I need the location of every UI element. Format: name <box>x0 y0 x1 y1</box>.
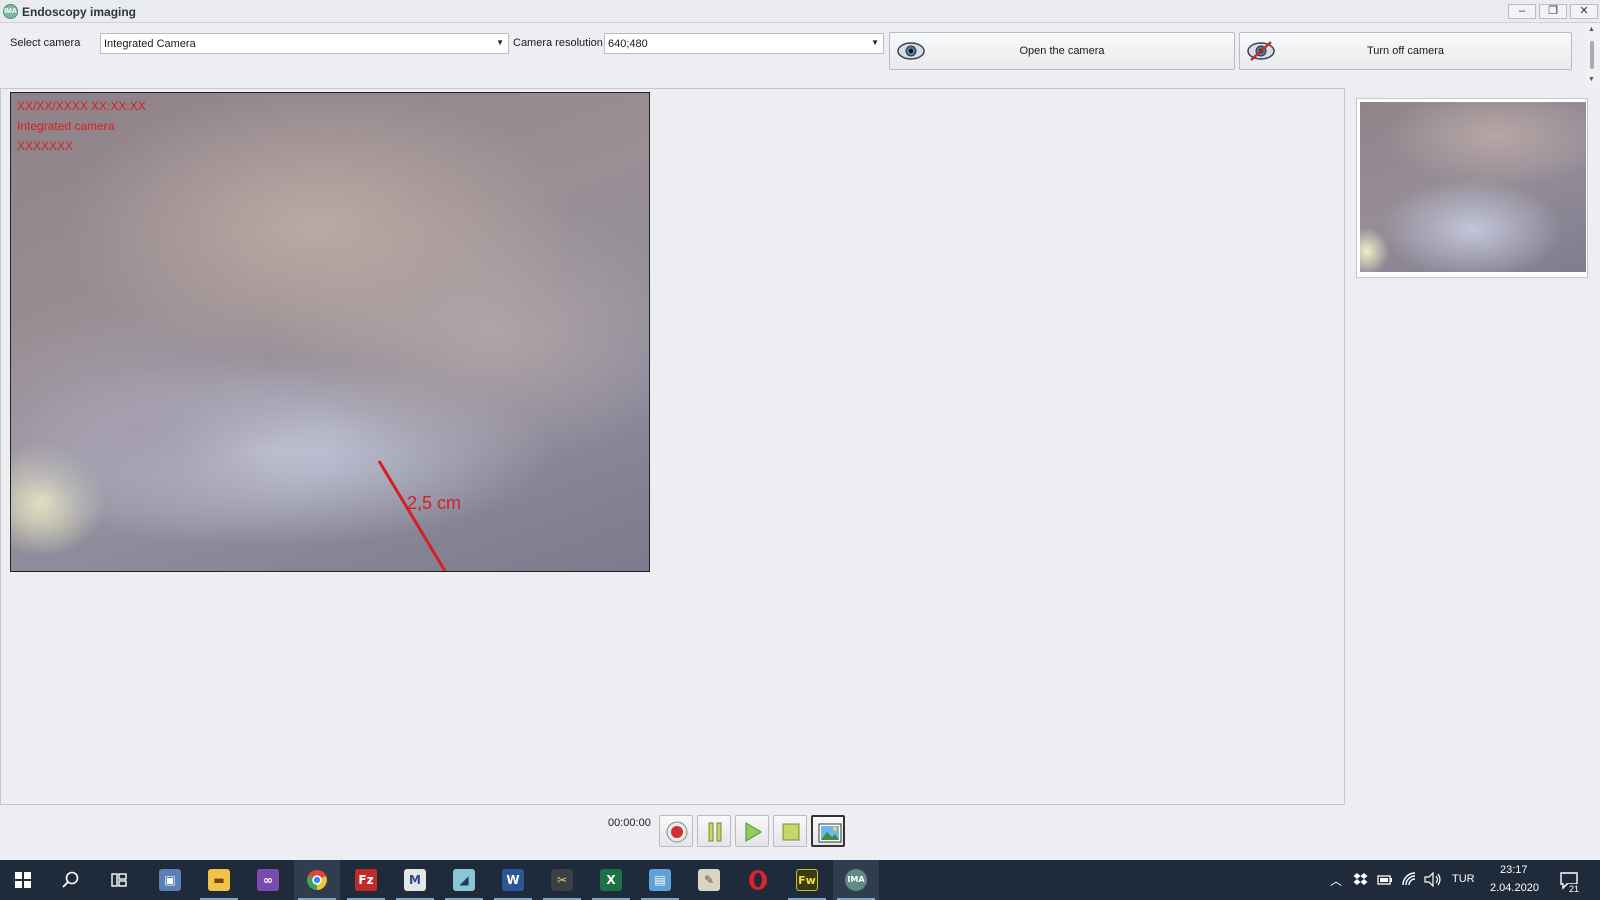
measurement-label: 2,5 cm <box>407 493 462 513</box>
notification-count: 21 <box>1568 884 1581 894</box>
clock-date[interactable]: 2.04.2020 <box>1490 882 1539 894</box>
taskbar-filezilla[interactable]: Fz <box>343 860 389 900</box>
app-icon-2: M <box>404 869 426 891</box>
turn-off-camera-label: Turn off camera <box>1366 45 1445 57</box>
measurement-line <box>377 460 447 571</box>
title-bar: IMA Endoscopy imaging – ❐ ✕ <box>0 0 1600 23</box>
clock-time[interactable]: 23:17 <box>1500 864 1528 876</box>
start-icon <box>15 872 31 888</box>
open-camera-label: Open the camera <box>1019 45 1105 57</box>
file-explorer-icon: ▬ <box>208 869 230 891</box>
search-button[interactable] <box>48 860 94 900</box>
tray-chevron-up-icon[interactable]: ︿ <box>1330 872 1342 889</box>
battery-icon[interactable] <box>1377 873 1393 887</box>
taskbar-app-2[interactable]: M <box>392 860 438 900</box>
start-button[interactable] <box>0 860 46 900</box>
restore-button[interactable]: ❐ <box>1539 4 1567 19</box>
toolbar-scrollbar[interactable]: ▲ ▼ <box>1585 24 1600 88</box>
app-icon-3: ◢ <box>453 869 475 891</box>
window-title: Endoscopy imaging <box>22 5 137 19</box>
record-button[interactable] <box>659 815 693 847</box>
taskbar-opera[interactable] <box>735 860 781 900</box>
camera-resolution-label: Camera resolution <box>513 37 603 49</box>
taskbar-visual-studio[interactable]: ∞ <box>245 860 291 900</box>
select-camera-label: Select camera <box>10 37 81 49</box>
visual-studio-icon: ∞ <box>257 869 279 891</box>
taskbar-app-1[interactable]: ▣ <box>147 860 193 900</box>
wifi-icon[interactable] <box>1401 871 1417 887</box>
taskbar-chrome[interactable] <box>294 860 340 900</box>
chevron-down-icon[interactable]: ▼ <box>871 38 879 47</box>
taskbar-file-explorer[interactable]: ▬ <box>196 860 242 900</box>
resolution-select-value: 640;480 <box>608 38 648 50</box>
app-icon-4: ✂ <box>551 869 573 891</box>
app-icon-5: ▤ <box>649 869 671 891</box>
recording-timer: 00:00:00 <box>608 817 651 829</box>
windows-taskbar: ▣ ▬ ∞ Fz M ◢ W ✂ X ▤ ✎ Fw IMA ︿ TUR 23:1… <box>0 860 1600 900</box>
taskbar-app-3[interactable]: ◢ <box>441 860 487 900</box>
taskbar-excel[interactable]: X <box>588 860 634 900</box>
search-icon <box>62 871 79 888</box>
scroll-up-icon[interactable]: ▲ <box>1588 26 1595 33</box>
scroll-down-icon[interactable]: ▼ <box>1588 76 1595 83</box>
chevron-down-icon[interactable]: ▼ <box>496 38 504 47</box>
opera-icon <box>749 870 767 890</box>
language-indicator[interactable]: TUR <box>1452 873 1475 885</box>
taskbar-endoscopy-app[interactable]: IMA <box>833 860 879 900</box>
volume-icon[interactable] <box>1424 872 1442 887</box>
fireworks-icon: Fw <box>796 869 818 891</box>
dropbox-icon[interactable] <box>1353 872 1368 887</box>
camera-video-feed[interactable]: XX/XX/XXXX XX:XX:XX Integrated camera XX… <box>10 92 650 572</box>
close-button[interactable]: ✕ <box>1570 4 1598 19</box>
turn-off-camera-button[interactable]: Turn off camera <box>1239 32 1572 70</box>
task-view-icon <box>111 873 127 887</box>
snapshot-button[interactable] <box>811 815 845 847</box>
scrollbar-thumb[interactable] <box>1590 41 1594 69</box>
filezilla-icon: Fz <box>355 869 377 891</box>
snapshot-thumbnail[interactable] <box>1360 102 1586 272</box>
snapshot-thumbnail-panel <box>1356 98 1588 278</box>
camera-select[interactable]: Integrated Camera ▼ <box>100 33 509 54</box>
minimize-button[interactable]: – <box>1508 4 1536 19</box>
taskbar-app-6[interactable]: ✎ <box>686 860 732 900</box>
play-button[interactable] <box>735 815 769 847</box>
word-icon: W <box>502 869 524 891</box>
taskbar-app-5[interactable]: ▤ <box>637 860 683 900</box>
app-logo-icon: IMA <box>3 4 18 19</box>
app-icon-1: ▣ <box>159 869 181 891</box>
open-camera-button[interactable]: Open the camera <box>889 32 1235 70</box>
endoscopy-app-icon: IMA <box>845 869 867 891</box>
taskbar-word[interactable]: W <box>490 860 536 900</box>
app-icon-6: ✎ <box>698 869 720 891</box>
chrome-icon <box>307 870 327 890</box>
excel-icon: X <box>600 869 622 891</box>
task-view-button[interactable] <box>96 860 142 900</box>
taskbar-app-4[interactable]: ✂ <box>539 860 585 900</box>
camera-select-value: Integrated Camera <box>104 38 196 50</box>
resolution-select[interactable]: 640;480 ▼ <box>604 33 884 54</box>
pause-button[interactable] <box>697 815 731 847</box>
taskbar-fireworks[interactable]: Fw <box>784 860 830 900</box>
stop-button[interactable] <box>773 815 807 847</box>
